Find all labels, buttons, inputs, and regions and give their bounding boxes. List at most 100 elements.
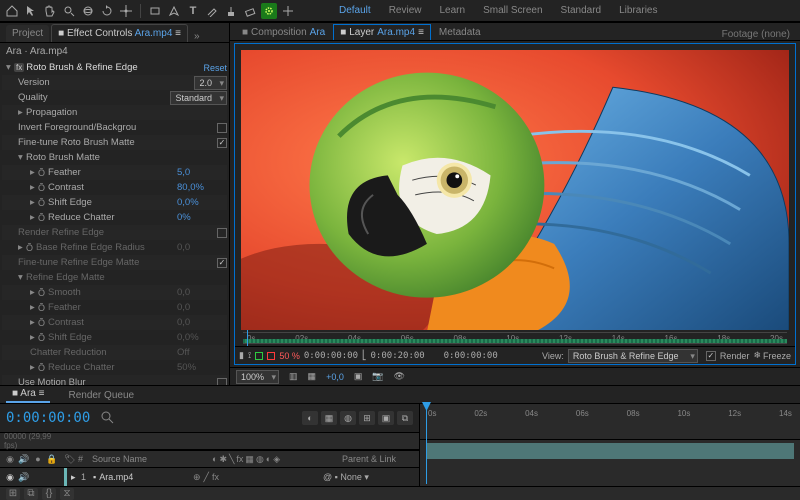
roto-brush-tool-icon[interactable] [261,3,277,19]
comp-timeline-tab[interactable]: ■ Ara ≡ [6,386,50,403]
stopwatch-icon[interactable]: Õ [38,183,45,193]
metadata-tab[interactable]: Metadata [433,25,487,40]
freeze-button[interactable]: ❄ Freeze [753,350,791,361]
overflow-tabs-icon[interactable]: » [190,31,204,42]
stopwatch-icon[interactable]: Õ [38,168,45,178]
hand-tool-icon[interactable] [42,3,58,19]
zoom-dropdown[interactable]: 100% [236,370,279,384]
mini-playhead[interactable] [247,330,248,346]
brush-tool-icon[interactable] [204,3,220,19]
puppet-tool-icon[interactable] [280,3,296,19]
collapse-switch-icon[interactable]: ✱ [219,454,227,465]
timeline-track-area[interactable]: 0s02s04s06s08s10s12s14s [420,404,800,486]
rgb-channel-icon[interactable]: ▥ [289,371,298,382]
render-queue-tab[interactable]: Render Queue [62,388,140,403]
workspace-standard[interactable]: Standard [561,5,602,16]
toggle-switches-icon[interactable]: ⊞ [6,488,20,500]
magnet-icon[interactable]: ⟟ [248,350,251,361]
workspace-libraries[interactable]: Libraries [619,5,657,16]
chevron-down-icon[interactable]: ▾ [6,62,14,73]
duration-timecode[interactable]: 0:00:20:00 [371,351,425,361]
motion-blur-switch-icon[interactable]: ◍ [256,454,264,465]
layer-mini-timeline[interactable]: 0s02s04s06s08s10s12s14s16s18s20s [235,330,795,346]
parent-column[interactable]: Parent & Link [342,454,419,464]
invert-fg-bg-checkbox[interactable] [217,123,227,133]
brush-indicator-icon[interactable]: ▮ [239,350,244,361]
bg-swatch[interactable] [267,352,275,360]
workspace-small-screen[interactable]: Small Screen [483,5,542,16]
stopwatch-icon[interactable]: Õ [38,198,45,208]
video-column-icon[interactable]: ◉ [4,454,16,465]
rotation-tool-icon[interactable] [99,3,115,19]
zoom-tool-icon[interactable] [61,3,77,19]
bracket-in-icon[interactable]: ⎣ [362,350,367,361]
shift-edge-value[interactable]: 0,0% [177,197,227,208]
layer-color-swatch[interactable] [64,468,67,486]
workspace-review[interactable]: Review [389,5,422,16]
adjustment-switch-icon[interactable]: ◐ [266,454,271,465]
clone-stamp-tool-icon[interactable] [223,3,239,19]
layer-tab[interactable]: ■ Layer Ara.mp4 ≡ [333,24,431,40]
timeline-playhead[interactable] [426,404,427,484]
fg-swatch[interactable] [255,352,263,360]
chevron-right-icon[interactable]: ▸ [18,107,26,118]
draft-3d-icon[interactable]: ▣ [378,411,394,425]
frame-blend-switch-icon[interactable]: ▦ [245,454,254,465]
show-snapshot-icon[interactable]: 👁 [394,371,405,382]
reduce-chatter-value[interactable]: 0% [177,212,227,223]
view-mode-dropdown[interactable]: Roto Brush & Refine Edge [568,349,698,363]
stopwatch-icon[interactable]: Õ [38,213,45,223]
fine-tune-rb-matte-checkbox[interactable] [217,138,227,148]
reset-effect-link[interactable]: Reset [203,63,227,73]
exposure-value[interactable]: +0,0 [326,372,344,382]
pickwhip-icon[interactable]: @ [323,472,332,482]
timeline-timecode[interactable]: 0:00:00:00 [6,410,90,426]
version-dropdown[interactable]: 2.0 [194,76,227,90]
orbit-tool-icon[interactable] [80,3,96,19]
text-tool-icon[interactable]: T [185,3,201,19]
mask-icon[interactable]: ▣ [354,371,363,382]
audio-column-icon[interactable]: 🔊 [18,454,30,465]
anchor-tool-icon[interactable] [118,3,134,19]
effect-heading-row[interactable]: ▾ fx Roto Brush & Refine Edge Reset [2,60,227,75]
render-checkbox[interactable] [706,351,716,361]
workspace-learn[interactable]: Learn [439,5,465,16]
eraser-tool-icon[interactable] [242,3,258,19]
toggle-in-out-icon[interactable]: {} [42,488,56,500]
snapshot-icon[interactable]: 📷 [372,371,383,382]
brainstorm-icon[interactable]: ⧉ [397,411,413,425]
effect-controls-tab[interactable]: ■ Effect Controls Ara.mp4 ≡ [51,24,188,42]
layer-viewer-canvas[interactable] [235,44,795,330]
workspace-default[interactable]: Default [339,5,371,16]
frame-blend-toggle-icon[interactable]: ▦ [321,411,337,425]
brush-size-label[interactable]: 50 % [279,351,300,361]
use-motion-blur-checkbox[interactable] [217,378,227,386]
render-refine-edge-checkbox[interactable] [217,228,227,238]
layer-audio-toggle-icon[interactable]: 🔊 [18,472,30,483]
quality-dropdown[interactable]: Standard [170,91,227,105]
parent-dropdown[interactable]: None [340,472,362,482]
pen-tool-icon[interactable] [166,3,182,19]
source-name-column[interactable]: Source Name [92,454,212,464]
search-icon[interactable] [100,410,116,426]
solo-column-icon[interactable]: ● [32,454,44,465]
in-timecode[interactable]: 0:00:00:00 [304,351,358,361]
contrast-value[interactable]: 80,0% [177,182,227,193]
home-icon[interactable] [4,3,20,19]
fx-badge-icon[interactable]: fx [14,63,24,72]
shy-switch-icon[interactable]: ◐ [212,454,217,465]
chevron-down-icon[interactable]: ▾ [18,272,26,283]
3d-switch-icon[interactable]: ◈ [273,454,280,465]
layer-video-toggle-icon[interactable]: ◉ [4,472,16,483]
composition-tab[interactable]: ■ Composition Ara [236,25,331,40]
show-transparency-icon[interactable]: ▦ [308,371,317,382]
shy-toggle-icon[interactable]: ◐ [302,411,318,425]
selection-tool-icon[interactable] [23,3,39,19]
project-tab[interactable]: Project [6,25,49,42]
layer-duration-bar[interactable] [426,443,794,459]
timeline-layer-row[interactable]: ◉ 🔊 ▸ 1 ▪Ara.mp4 ⊕╱fx @ ▪ None ▾ [0,468,419,486]
rectangle-tool-icon[interactable] [147,3,163,19]
motion-blur-toggle-icon[interactable]: ◍ [340,411,356,425]
chevron-down-icon[interactable]: ▾ [18,152,26,163]
feather-value[interactable]: 5,0 [177,167,227,178]
